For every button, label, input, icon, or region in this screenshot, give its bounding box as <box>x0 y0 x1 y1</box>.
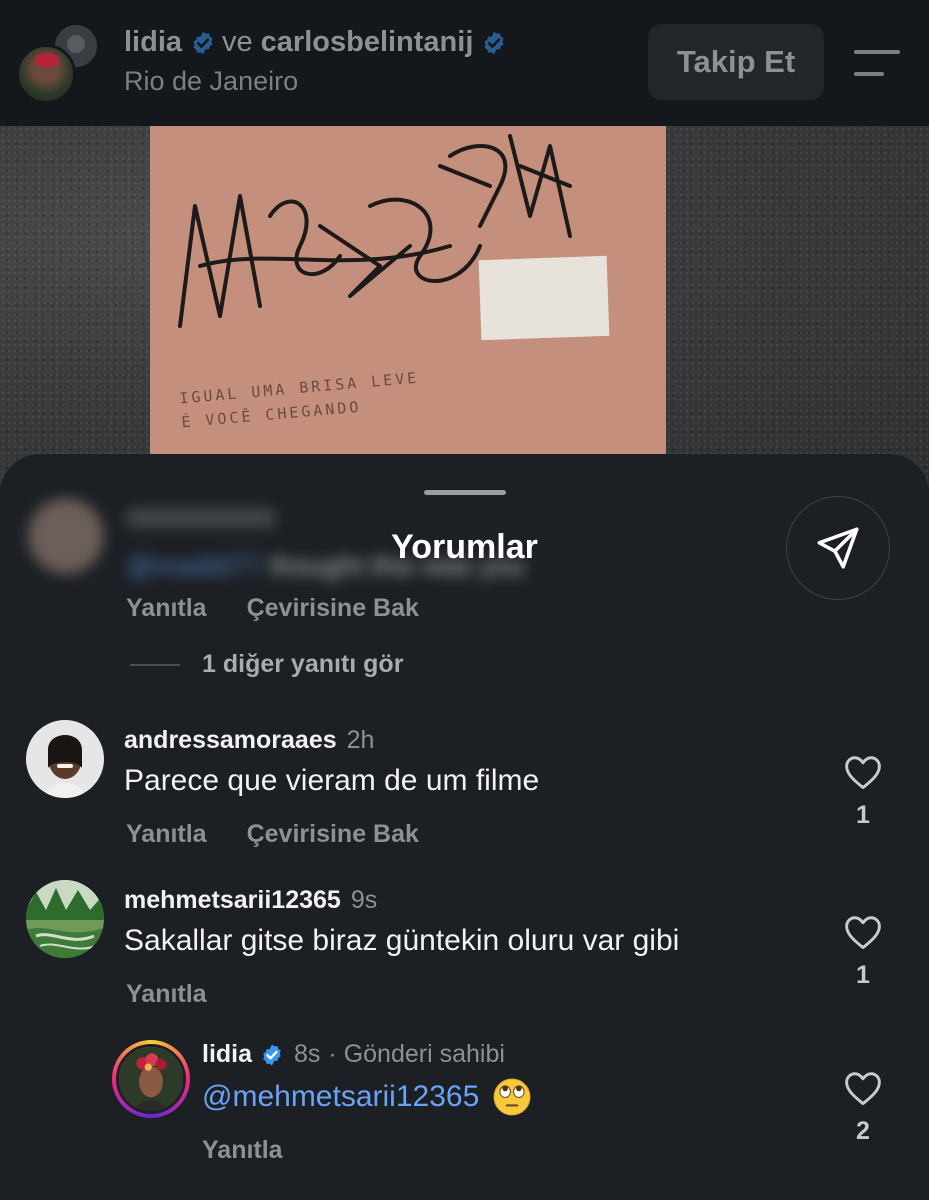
like-count: 2 <box>856 1117 870 1145</box>
view-more-replies[interactable]: 1 diğer yanıtı gör <box>130 650 403 679</box>
like-count: 1 <box>856 961 870 989</box>
comment-time: 9s <box>350 886 378 914</box>
like-count: 1 <box>856 801 870 829</box>
comment-text: @mehmetsarii12365 <box>202 1078 531 1116</box>
comment-text: Parece que vieram de um filme <box>124 764 540 797</box>
heart-icon[interactable] <box>843 914 883 950</box>
author-username-1[interactable]: lidia <box>124 26 182 59</box>
post-header: lidia ve carlosbelintanij Rio de Janeiro… <box>0 0 929 126</box>
comment-actions: Yanıtla <box>202 1136 283 1165</box>
collab-avatars[interactable] <box>14 22 100 104</box>
mention-link[interactable]: @mehmetsarii12365 <box>202 1080 479 1114</box>
comments-sheet: @maddi77 thought this was you Yorumlar Y… <box>0 454 929 1200</box>
share-button[interactable] <box>786 496 890 600</box>
like-control: 1 <box>838 914 888 990</box>
reply-button[interactable]: Yanıtla <box>126 820 207 849</box>
post-photo[interactable]: IGUAL UMA BRISA LEVE É VOCÊ CHEGANDO <box>0 126 929 486</box>
verified-badge-icon <box>484 31 504 54</box>
reply-button[interactable]: Yanıtla <box>202 1136 283 1165</box>
comment-username[interactable]: lidia <box>202 1040 252 1069</box>
follow-button[interactable]: Takip Et <box>648 24 824 100</box>
view-more-replies-label: 1 diğer yanıtı gör <box>202 650 404 678</box>
heart-icon[interactable] <box>843 754 883 790</box>
comment-actions: Yanıtla Çevirisine Bak <box>126 594 419 623</box>
reply-button[interactable]: Yanıtla <box>126 594 207 623</box>
see-translation-button[interactable]: Çevirisine Bak <box>247 820 419 849</box>
send-icon <box>817 527 859 569</box>
comment-header: mehmetsarii12365 9s <box>124 886 377 915</box>
sticker <box>478 255 610 341</box>
sheet-grabber[interactable] <box>424 490 506 495</box>
eye-roll-emoji <box>493 1078 531 1116</box>
menu-icon[interactable] <box>850 46 902 80</box>
comment-time: 2h <box>346 726 375 754</box>
heart-icon[interactable] <box>843 1070 883 1106</box>
avatar <box>116 1044 186 1114</box>
comment-actions: Yanıtla Çevirisine Bak <box>126 820 419 849</box>
reply-button[interactable]: Yanıtla <box>126 980 207 1009</box>
author-username-2[interactable]: carlosbelintanij <box>261 26 474 59</box>
avatar-lidia[interactable] <box>16 44 76 104</box>
author-names: lidia ve carlosbelintanij <box>124 26 507 59</box>
joiner-text: ve <box>222 26 253 58</box>
see-translation-button[interactable]: Çevirisine Bak <box>247 594 419 623</box>
blurred-username <box>126 508 276 528</box>
wall-poster: IGUAL UMA BRISA LEVE É VOCÊ CHEGANDO <box>150 126 666 466</box>
divider-line <box>130 663 180 666</box>
avatar-story-ring[interactable] <box>112 1040 190 1118</box>
comment-actions: Yanıtla <box>126 980 207 1009</box>
avatar[interactable] <box>26 720 104 798</box>
post-location[interactable]: Rio de Janeiro <box>124 66 298 97</box>
like-control: 1 <box>838 754 888 830</box>
comment-header: andressamoraaes 2h <box>124 726 374 755</box>
comment-header: lidia 8s · Gönderi sahibi <box>202 1040 505 1069</box>
owner-label: · Gönderi sahibi <box>328 1040 505 1068</box>
comment-time: 8s <box>294 1040 321 1068</box>
comment-username[interactable]: andressamoraaes <box>124 726 337 755</box>
verified-badge-icon <box>193 31 213 54</box>
verified-badge-icon <box>263 1044 281 1065</box>
comment-username[interactable]: mehmetsarii12365 <box>124 886 341 915</box>
avatar[interactable] <box>26 880 104 958</box>
like-control: 2 <box>838 1070 888 1146</box>
comment-text: Sakallar gitse biraz güntekin oluru var … <box>124 924 680 957</box>
